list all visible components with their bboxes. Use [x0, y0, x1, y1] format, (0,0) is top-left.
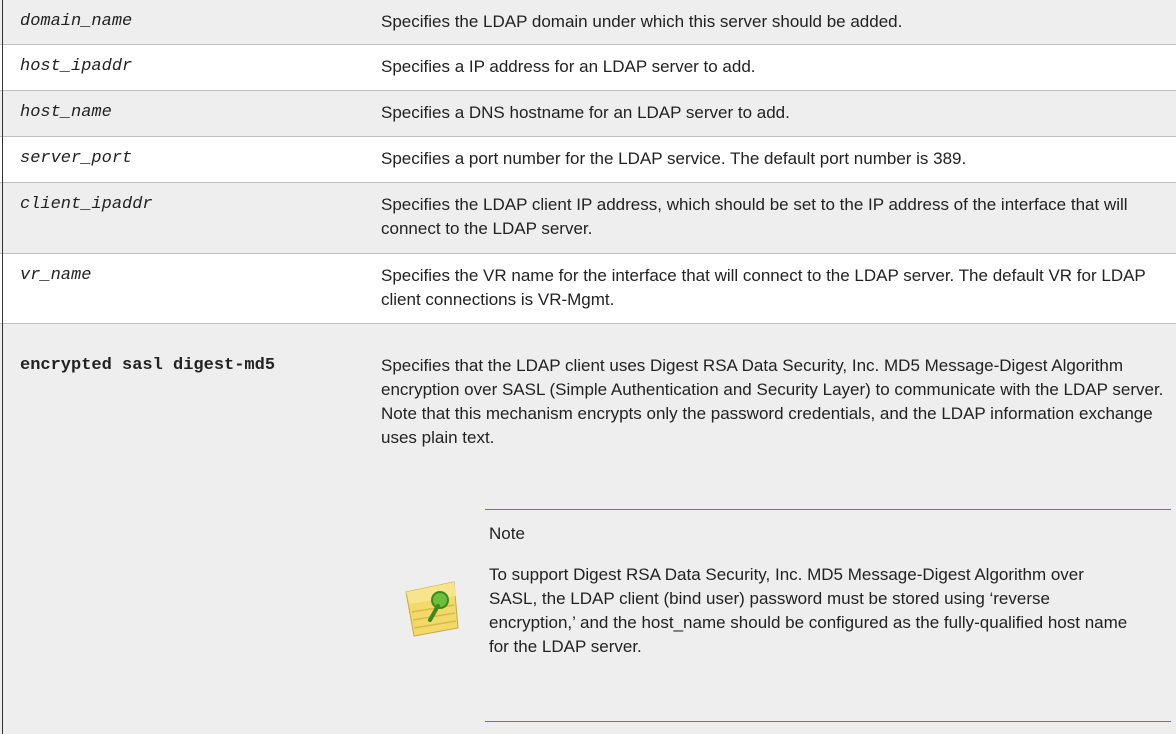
param-description: Specifies that the LDAP client uses Dige… [381, 356, 1164, 447]
param-name: domain_name [20, 12, 133, 31]
table-row: domain_name Specifies the LDAP domain un… [0, 0, 1176, 45]
param-description: Specifies the VR name for the interface … [381, 266, 1146, 309]
param-name: host_ipaddr [20, 57, 133, 76]
table-row: client_ipaddr Specifies the LDAP client … [0, 183, 1176, 254]
param-description: Specifies a IP address for an LDAP serve… [381, 57, 756, 76]
param-name: host_name [20, 103, 112, 122]
param-name: client_ipaddr [20, 195, 153, 214]
table-row: host_ipaddr Specifies a IP address for a… [0, 45, 1176, 91]
note-title: Note [489, 524, 525, 543]
note-icon [405, 581, 459, 637]
table-row: server_port Specifies a port number for … [0, 137, 1176, 183]
table-row: vr_name Specifies the VR name for the in… [0, 254, 1176, 324]
param-name: vr_name [20, 266, 92, 285]
param-description: Specifies a DNS hostname for an LDAP ser… [381, 103, 790, 122]
note-top-rule [485, 509, 1171, 510]
param-name: encrypted sasl digest-md5 [20, 356, 276, 375]
param-description: Specifies the LDAP client IP address, wh… [381, 195, 1128, 238]
table-row: host_name Specifies a DNS hostname for a… [0, 91, 1176, 137]
table-left-border [2, 0, 3, 734]
note-text: To support Digest RSA Data Security, Inc… [489, 565, 1128, 656]
param-description: Specifies a port number for the LDAP ser… [381, 149, 967, 168]
table-row: encrypted sasl digest-md5 Specifies that… [0, 324, 1176, 734]
note-bottom-rule [485, 721, 1171, 722]
param-name: server_port [20, 149, 133, 168]
param-description: Specifies the LDAP domain under which th… [381, 12, 903, 31]
